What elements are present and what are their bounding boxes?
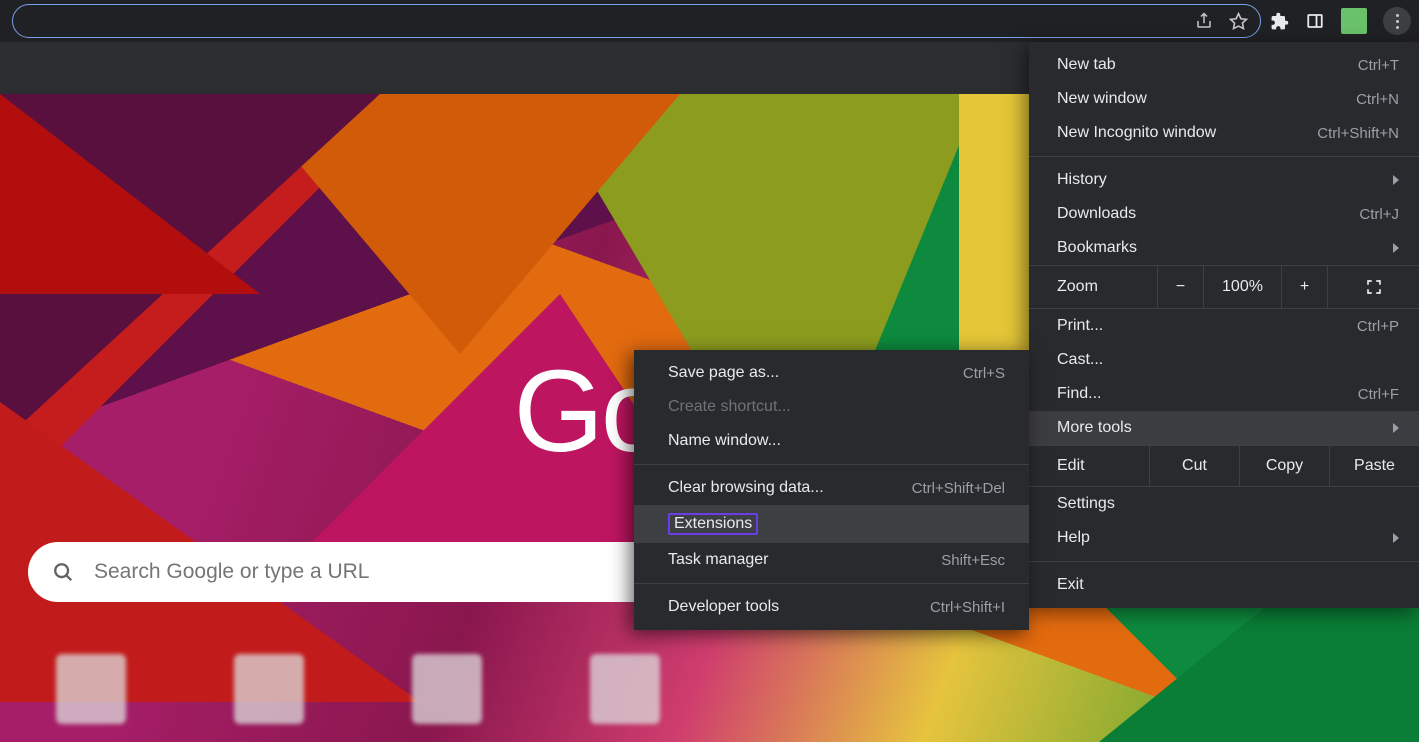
submenu-create-shortcut: Create shortcut... [634,390,1029,424]
chrome-main-menu: New tab Ctrl+T New window Ctrl+N New Inc… [1029,42,1419,608]
menu-label: Create shortcut... [668,398,791,416]
menu-label: Downloads [1057,205,1136,223]
menu-label: Clear browsing data... [668,479,824,497]
menu-shortcut: Shift+Esc [941,552,1005,569]
paste-button[interactable]: Paste [1329,446,1419,486]
chevron-right-icon [1393,243,1399,253]
submenu-save-page[interactable]: Save page as... Ctrl+S [634,356,1029,390]
menu-label: New Incognito window [1057,124,1216,142]
menu-shortcut: Ctrl+N [1356,91,1399,108]
menu-label: Developer tools [668,598,779,616]
zoom-label: Zoom [1029,278,1157,296]
menu-divider [1029,156,1419,157]
menu-zoom-row: Zoom − 100% + [1029,265,1419,309]
menu-label: Print... [1057,317,1103,335]
submenu-task-manager[interactable]: Task manager Shift+Esc [634,543,1029,577]
more-tools-submenu: Save page as... Ctrl+S Create shortcut..… [634,350,1029,630]
chevron-right-icon [1393,175,1399,185]
copy-button[interactable]: Copy [1239,446,1329,486]
menu-print[interactable]: Print... Ctrl+P [1029,309,1419,343]
menu-label: Task manager [668,551,769,569]
menu-exit[interactable]: Exit [1029,568,1419,602]
shortcut-row [56,654,660,724]
menu-help[interactable]: Help [1029,521,1419,555]
menu-label: Save page as... [668,364,779,382]
menu-edit-row: Edit Cut Copy Paste [1029,445,1419,487]
fullscreen-button[interactable] [1327,266,1419,308]
extensions-puzzle-icon[interactable] [1269,11,1289,31]
browser-toolbar [0,0,1419,42]
side-panel-icon[interactable] [1305,11,1325,31]
menu-bookmarks[interactable]: Bookmarks [1029,231,1419,265]
menu-label: Name window... [668,432,781,450]
shortcut-tile[interactable] [412,654,482,724]
chevron-right-icon [1393,423,1399,433]
share-icon[interactable] [1194,11,1214,31]
toolbar-actions [1269,7,1411,35]
edit-label: Edit [1029,457,1149,475]
menu-label: Settings [1057,495,1115,513]
menu-label: New tab [1057,56,1116,74]
menu-label: Cast... [1057,351,1103,369]
menu-button[interactable] [1383,7,1411,35]
menu-shortcut: Ctrl+S [963,365,1005,382]
menu-label: Bookmarks [1057,239,1137,257]
menu-history[interactable]: History [1029,163,1419,197]
menu-label: History [1057,171,1107,189]
search-icon [52,561,74,583]
menu-shortcut: Ctrl+J [1359,206,1399,223]
menu-divider [634,583,1029,584]
menu-downloads[interactable]: Downloads Ctrl+J [1029,197,1419,231]
menu-shortcut: Ctrl+F [1358,386,1399,403]
kebab-icon [1396,14,1399,29]
shortcut-tile[interactable] [56,654,126,724]
menu-more-tools[interactable]: More tools [1029,411,1419,445]
menu-divider [634,464,1029,465]
menu-label: Extensions [668,513,758,535]
shortcut-tile[interactable] [234,654,304,724]
submenu-extensions[interactable]: Extensions [634,505,1029,543]
zoom-value: 100% [1203,266,1281,308]
menu-label: More tools [1057,419,1132,437]
submenu-name-window[interactable]: Name window... [634,424,1029,458]
menu-shortcut: Ctrl+Shift+Del [912,480,1005,497]
submenu-developer-tools[interactable]: Developer tools Ctrl+Shift+I [634,590,1029,624]
menu-shortcut: Ctrl+T [1358,57,1399,74]
zoom-out-button[interactable]: − [1157,266,1203,308]
zoom-in-button[interactable]: + [1281,266,1327,308]
menu-new-tab[interactable]: New tab Ctrl+T [1029,48,1419,82]
cut-button[interactable]: Cut [1149,446,1239,486]
submenu-clear-browsing-data[interactable]: Clear browsing data... Ctrl+Shift+Del [634,471,1029,505]
menu-label: Help [1057,529,1090,547]
menu-new-window[interactable]: New window Ctrl+N [1029,82,1419,116]
menu-find[interactable]: Find... Ctrl+F [1029,377,1419,411]
menu-shortcut: Ctrl+Shift+N [1317,125,1399,142]
menu-shortcut: Ctrl+Shift+I [930,599,1005,616]
fullscreen-icon [1365,278,1383,296]
bookmark-star-icon[interactable] [1228,11,1248,31]
menu-new-incognito[interactable]: New Incognito window Ctrl+Shift+N [1029,116,1419,150]
menu-divider [1029,561,1419,562]
menu-shortcut: Ctrl+P [1357,318,1399,335]
chevron-right-icon [1393,533,1399,543]
menu-label: New window [1057,90,1147,108]
profile-avatar[interactable] [1341,8,1367,34]
menu-label: Exit [1057,576,1084,594]
shortcut-tile[interactable] [590,654,660,724]
menu-cast[interactable]: Cast... [1029,343,1419,377]
address-bar[interactable] [12,4,1261,38]
menu-settings[interactable]: Settings [1029,487,1419,521]
menu-label: Find... [1057,385,1101,403]
